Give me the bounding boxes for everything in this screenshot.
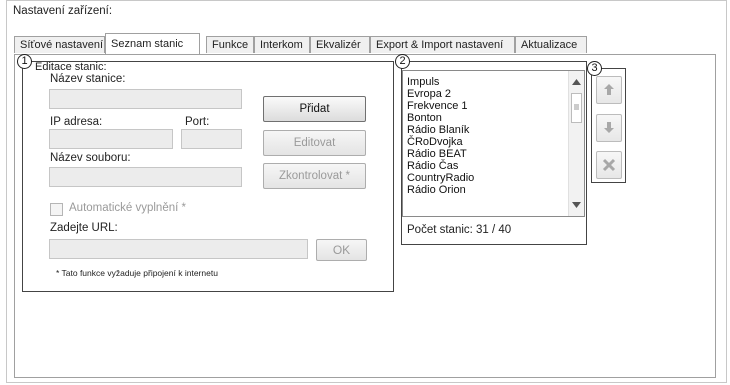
list-item[interactable]: Rádio Čas [407,160,458,172]
arrow-up-icon [604,84,614,95]
station-name-input[interactable] [49,89,242,109]
delete-button[interactable] [596,151,622,179]
list-item[interactable]: CountryRadio [407,172,474,184]
ip-address-label: IP adresa: [50,116,103,128]
url-input[interactable] [49,239,308,259]
callout-2: 2 [395,54,410,69]
list-item[interactable]: Impuls [407,76,439,88]
list-item[interactable]: Rádio Orion [407,184,466,196]
edit-button[interactable]: Editovat [263,130,366,156]
list-item[interactable]: Evropa 2 [407,88,451,100]
tab-update[interactable]: Aktualizace [515,36,587,53]
grip-icon [574,104,579,110]
delete-x-icon [602,158,616,172]
ip-address-input[interactable] [49,129,173,149]
tab-functions[interactable]: Funkce [206,36,254,53]
autofill-label: Automatické vyplnění * [69,202,186,214]
callout-1: 1 [17,54,32,69]
move-up-button[interactable] [596,76,622,104]
port-label: Port: [185,116,210,128]
file-name-input[interactable] [49,167,242,187]
scroll-up-icon[interactable] [572,79,581,85]
url-label: Zadejte URL: [50,222,118,234]
list-item[interactable]: Frekvence 1 [407,100,468,112]
file-name-label: Název souboru: [50,152,131,164]
move-down-button[interactable] [596,114,622,142]
arrow-down-icon [604,122,614,133]
list-item[interactable]: Rádio BEAT [407,148,467,160]
window-title: Nastavení zařízení: [13,5,113,17]
autofill-checkbox[interactable] [50,203,63,216]
list-item[interactable]: ČRoDvojka [407,136,463,148]
callout-3: 3 [587,61,602,76]
station-name-label: Název stanice: [50,73,126,85]
tab-network-settings[interactable]: Síťové nastavení [14,36,105,53]
internet-footnote: * Tato funkce vyžaduje připojení k inter… [56,268,218,278]
list-scrollbar[interactable] [568,71,584,216]
add-button[interactable]: Přidat [263,96,366,122]
station-count: Počet stanic: 31 / 40 [407,224,512,236]
station-listbox[interactable]: Impuls Evropa 2 Frekvence 1 Bonton Rádio… [402,70,585,217]
tab-station-list[interactable]: Seznam stanic [105,33,200,54]
list-item[interactable]: Bonton [407,112,442,124]
list-item[interactable]: Rádio Blaník [407,124,469,136]
check-button[interactable]: Zkontrolovat * [263,163,366,189]
tab-equalizer[interactable]: Ekvalizér [310,36,370,53]
scroll-thumb[interactable] [571,93,582,123]
port-input[interactable] [181,129,242,149]
tab-intercom[interactable]: Interkom [254,36,310,53]
station-edit-group-title: Editace stanic: [35,61,107,73]
ok-button[interactable]: OK [316,239,367,261]
scroll-down-icon[interactable] [572,202,581,208]
tab-export-import[interactable]: Export & Import nastavení [370,36,515,53]
